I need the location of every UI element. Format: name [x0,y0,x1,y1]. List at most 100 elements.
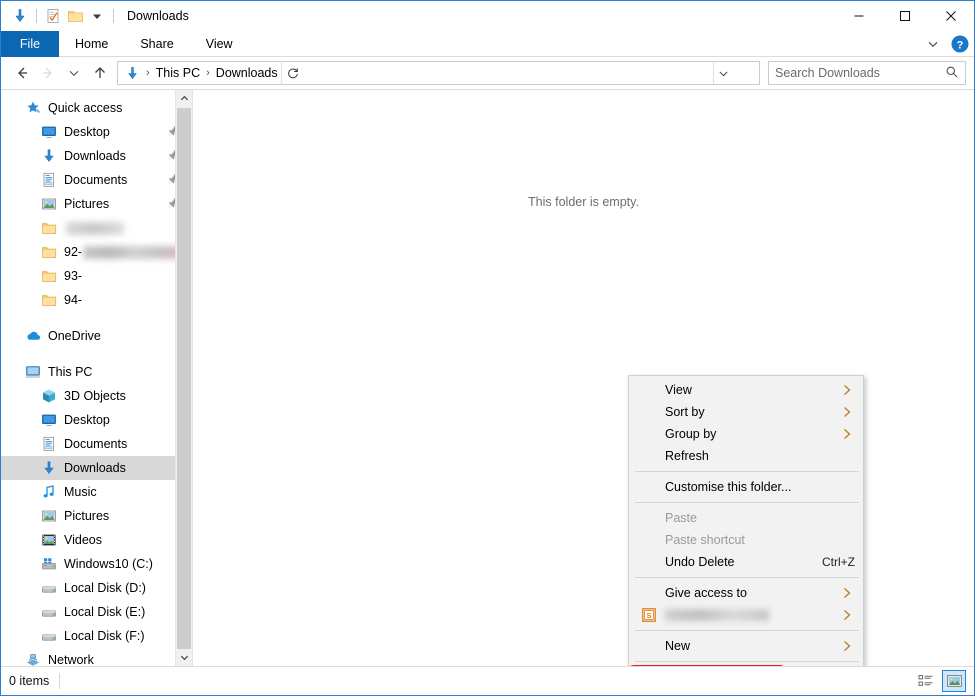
up-button[interactable] [87,60,113,86]
recent-locations-button[interactable] [61,60,87,86]
folder-icon [39,242,59,262]
context-menu-item-sort-by[interactable]: Sort by [629,401,863,423]
sidebar-item-92[interactable]: 92- [1,240,192,264]
videos-icon [39,530,59,550]
context-menu-item-refresh[interactable]: Refresh [629,445,863,467]
forward-button[interactable] [35,60,61,86]
sidebar-item-label: Downloads [64,461,126,475]
breadcrumb-separator-1: › [203,67,213,79]
large-icons-view-button[interactable] [942,670,966,692]
tab-home[interactable]: Home [59,31,124,57]
sidebar-item-network[interactable]: Network [1,648,192,666]
help-button[interactable]: ? [950,34,970,54]
window-title: Downloads [127,9,189,23]
submenu-chevron-right-icon [841,608,853,625]
file-explorer-window: Downloads File Home Share View [0,0,975,696]
refresh-button[interactable] [281,61,305,85]
sidebar-item-windows10-c[interactable]: Windows10 (C:) [1,552,192,576]
customise-quick-access-toolbar-chevron[interactable] [86,5,108,27]
downloads-folder-icon[interactable] [9,5,31,27]
context-menu-item-undo-delete[interactable]: Undo DeleteCtrl+Z [629,551,863,573]
sidebar-item-label: Windows10 (C:) [64,557,153,571]
sidebar-item-label: Local Disk (D:) [64,581,146,595]
breadcrumb-item-downloads[interactable]: Downloads [213,66,281,80]
breadcrumb[interactable]: › This PC › Downloads [117,61,760,85]
context-menu-item-new[interactable]: New [629,635,863,657]
item-count-label: 0 items [9,674,49,688]
breadcrumb-dropdown-icon[interactable] [713,62,733,84]
sidebar-item-quick-access[interactable]: Quick access [1,96,192,120]
tab-view[interactable]: View [190,31,249,57]
sidebar-item-documents[interactable]: Documents [1,432,192,456]
sidebar-item-this-pc[interactable]: This PC [1,360,192,384]
nav-group-spacer [1,348,192,360]
sidebar-item-videos[interactable]: Videos [1,528,192,552]
context-menu-item-label: Customise this folder... [665,480,791,494]
this-pc-icon [23,362,43,382]
sidebar-item-local-disk-e[interactable]: Local Disk (E:) [1,600,192,624]
sidebar-item-redacted-5[interactable] [1,216,192,240]
sidebar-item-93[interactable]: 93- [1,264,192,288]
search-input[interactable] [775,66,945,80]
submenu-chevron-right-icon [841,427,853,444]
documents-icon [39,434,59,454]
context-menu-item-redacted[interactable]: S [629,604,863,626]
context-menu-item-give-access-to[interactable]: Give access to [629,582,863,604]
scrollbar-thumb[interactable] [177,108,191,654]
status-divider [59,673,60,689]
sidebar-item-label: Music [64,485,97,499]
sidebar-item-desktop[interactable]: Desktop [1,408,192,432]
onedrive-cloud-icon [23,326,43,346]
sidebar-item-3d-objects[interactable]: 3D Objects [1,384,192,408]
sidebar-item-label: Desktop [64,413,110,427]
new-folder-icon[interactable] [64,5,86,27]
context-menu-item-label: New [665,639,690,653]
sidebar-item-downloads[interactable]: Downloads [1,144,192,168]
sidebar-item-onedrive[interactable]: OneDrive [1,324,192,348]
title-bar: Downloads [1,1,974,31]
sidebar-item-label: Documents [64,173,127,187]
context-menu-item-view[interactable]: View [629,379,863,401]
tab-file[interactable]: File [1,31,59,57]
context-menu-item-label: Sort by [665,405,705,419]
drive-icon [39,578,59,598]
search-box[interactable] [768,61,966,85]
folder-icon [39,266,59,286]
sidebar-item-local-disk-f[interactable]: Local Disk (F:) [1,624,192,648]
scroll-down-icon[interactable] [176,649,193,666]
svg-text:?: ? [957,39,964,51]
sidebar-item-desktop[interactable]: Desktop [1,120,192,144]
nav-group-spacer [1,312,192,324]
context-menu-item-paste: Paste [629,507,863,529]
navigation-list: Quick access Desktop Downloads Documents Pic… [1,96,192,666]
scroll-up-icon[interactable] [176,90,193,107]
sidebar-item-pictures[interactable]: Pictures [1,192,192,216]
sidebar-item-local-disk-d[interactable]: Local Disk (D:) [1,576,192,600]
breadcrumb-separator-0: › [143,67,153,79]
breadcrumb-item-this-pc[interactable]: This PC [153,66,203,80]
documents-icon [39,170,59,190]
sidebar-item-94[interactable]: 94- [1,288,192,312]
file-list-area[interactable]: This folder is empty. ViewSort byGroup b… [193,90,974,666]
toolbar-divider-2 [113,9,114,23]
sidebar-item-label: This PC [48,365,92,379]
maximize-button[interactable] [882,1,928,31]
tab-share[interactable]: Share [124,31,189,57]
sidebar-item-label: Desktop [64,125,110,139]
context-menu-item-group-by[interactable]: Group by [629,423,863,445]
back-button[interactable] [9,60,35,86]
sidebar-item-documents[interactable]: Documents [1,168,192,192]
details-view-button[interactable] [914,670,938,692]
properties-icon[interactable] [42,5,64,27]
sidebar-scrollbar[interactable] [175,90,192,666]
chevron-down-icon[interactable] [922,33,944,55]
context-menu-item-customise-this-folder[interactable]: Customise this folder... [629,476,863,498]
close-button[interactable] [928,1,974,31]
context-menu-separator [635,630,859,631]
context-menu-item-label: Group by [665,427,716,441]
sidebar-item-downloads[interactable]: Downloads [1,456,192,480]
sidebar-item-pictures[interactable]: Pictures [1,504,192,528]
sidebar-item-music[interactable]: Music [1,480,192,504]
minimize-button[interactable] [836,1,882,31]
context-menu-separator [635,471,859,472]
